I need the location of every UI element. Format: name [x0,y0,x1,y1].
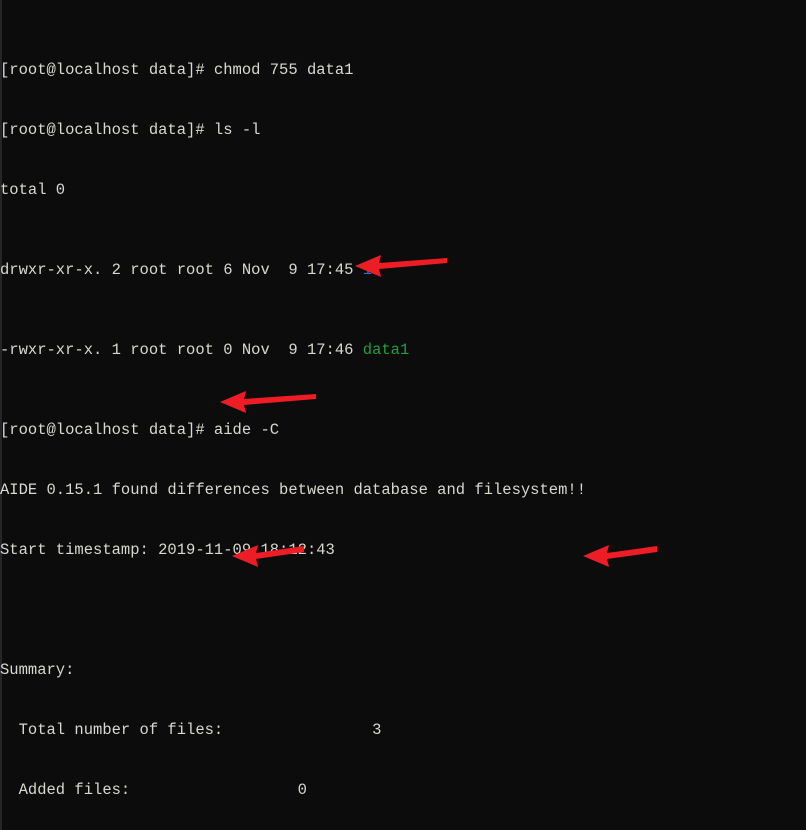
terminal-line-aide-banner: AIDE 0.15.1 found differences between da… [0,481,586,499]
terminal-line-aide-cmd: [root@localhost data]# aide -C [0,421,280,439]
summary-row-total: Total number of files: 3 [0,721,382,739]
terminal-line-listing-file: -rwxr-xr-x. 1 root root 0 Nov 9 17:46 da… [0,340,806,360]
listing-dir-name: 1 [362,261,373,279]
terminal-line-chmod: [root@localhost data]# chmod 755 data1 [0,61,354,79]
terminal-line-start-time: Start timestamp: 2019-11-09 18:12:43 [0,541,335,559]
listing-dir-meta: drwxr-xr-x. 2 root root 6 Nov 9 17:45 [0,261,363,279]
summary-heading: Summary: [0,661,75,679]
terminal-line-blank-1 [0,600,806,620]
terminal-line-total: total 0 [0,181,66,199]
summary-row-added: Added files: 0 [0,781,307,799]
terminal-screen[interactable]: [root@localhost data]# chmod 755 data1 [… [0,0,806,830]
terminal-line-listing-dir: drwxr-xr-x. 2 root root 6 Nov 9 17:45 1 [0,260,806,280]
terminal-line-ls: [root@localhost data]# ls -l [0,121,261,139]
listing-file-name: data1 [362,341,410,359]
listing-file-meta: -rwxr-xr-x. 1 root root 0 Nov 9 17:46 [0,341,363,359]
terminal-window[interactable]: [root@localhost data]# chmod 755 data1 [… [0,0,806,830]
